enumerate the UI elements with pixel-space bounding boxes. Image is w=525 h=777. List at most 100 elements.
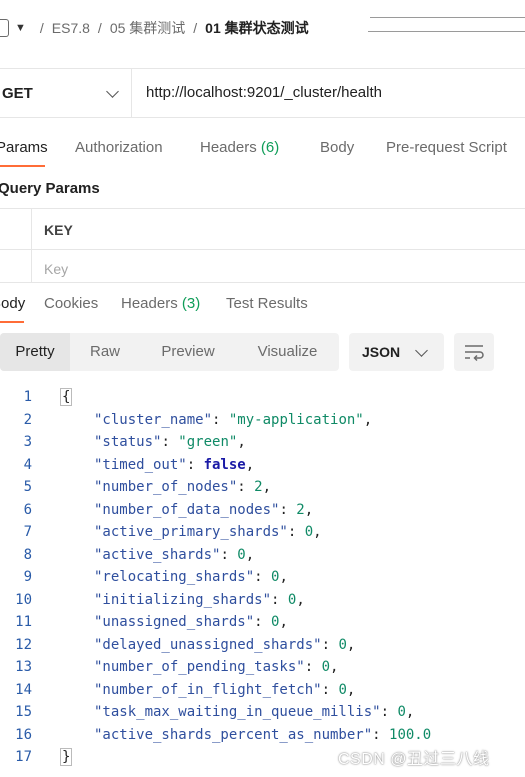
line-number: 17 xyxy=(15,749,32,765)
tab-count-badge: (6) xyxy=(260,139,280,156)
json-key: "cluster_name" xyxy=(94,411,213,428)
line-number: 14 xyxy=(15,681,32,698)
code-text: "timed_out": false, xyxy=(94,456,255,473)
tab-pre-request-script[interactable]: Pre-request Script xyxy=(386,139,507,156)
breadcrumb-item-request[interactable]: 01 集群状态测试 xyxy=(205,18,308,38)
json-key: "number_of_nodes" xyxy=(94,479,238,495)
breadcrumb-item-folder[interactable]: 05 集群测试 xyxy=(110,18,185,38)
tab-label: Cookies xyxy=(44,295,99,312)
checkbox-column[interactable] xyxy=(0,250,32,282)
code-text: "unassigned_shards": 0, xyxy=(94,614,288,630)
view-mode-preview[interactable]: Preview xyxy=(140,333,236,371)
breadcrumb-separator: / xyxy=(97,20,102,36)
line-number: 4 xyxy=(23,456,32,473)
tab-label: Authorization xyxy=(75,139,163,156)
code-text: { xyxy=(60,386,73,409)
code-text: "status": "green", xyxy=(94,434,246,450)
line-number: 13 xyxy=(15,659,32,675)
json-key: "initializing_shards" xyxy=(94,591,272,608)
json-value: 2 xyxy=(296,501,305,518)
line-number: 10 xyxy=(15,591,32,608)
request-tabs: Params Authorization Headers (6) Body Pr… xyxy=(0,127,525,167)
code-text: "number_of_in_flight_fetch": 0, xyxy=(94,681,356,698)
code-text: "cluster_name": "my-application", xyxy=(94,411,373,428)
tab-label: Headers xyxy=(121,295,178,312)
tab-test-results[interactable]: Test Results xyxy=(226,295,308,312)
table-row: Key xyxy=(0,250,525,282)
json-value: 0 xyxy=(304,524,314,540)
line-number: 8 xyxy=(23,546,32,563)
code-text: "delayed_unassigned_shards": 0, xyxy=(94,636,356,653)
json-brace: } xyxy=(60,748,73,766)
tab-cookies[interactable]: Cookies xyxy=(44,295,98,312)
json-value: 0 xyxy=(237,546,246,563)
json-value: 0 xyxy=(338,636,347,653)
tab-headers[interactable]: Headers (6) xyxy=(200,139,279,156)
tab-count-badge: (3) xyxy=(181,295,201,312)
breadcrumb-separator: / xyxy=(193,20,198,36)
view-mode-raw[interactable]: Raw xyxy=(70,333,140,371)
json-key: "unassigned_shards" xyxy=(94,614,255,630)
wrap-lines-button[interactable] xyxy=(454,333,494,371)
view-mode-visualize[interactable]: Visualize xyxy=(236,333,339,371)
tab-label: Test Results xyxy=(226,295,308,312)
tab-authorization[interactable]: Authorization xyxy=(75,139,163,156)
json-value: 2 xyxy=(254,479,263,495)
line-number: 11 xyxy=(15,614,32,630)
line-number: 9 xyxy=(23,569,32,585)
code-text: "relocating_shards": 0, xyxy=(94,569,288,585)
key-column-header: KEY xyxy=(44,222,73,238)
code-text: "active_shards_percent_as_number": 100.0 xyxy=(94,726,432,743)
line-number: 3 xyxy=(23,434,32,450)
json-key: "delayed_unassigned_shards" xyxy=(94,636,322,653)
code-text: "active_primary_shards": 0, xyxy=(94,524,322,540)
line-number: 15 xyxy=(15,704,32,720)
response-tabs: Body Cookies Headers (3) Test Results xyxy=(0,282,525,323)
line-number: 12 xyxy=(15,636,32,653)
code-text: "number_of_nodes": 2, xyxy=(94,479,272,495)
line-number: 2 xyxy=(23,411,32,428)
json-value: "green" xyxy=(178,434,238,450)
tab-label: Headers xyxy=(200,139,257,156)
method-select[interactable]: GET xyxy=(0,69,132,117)
json-key: "active_primary_shards" xyxy=(94,524,288,540)
json-key: "timed_out" xyxy=(94,456,187,473)
key-input[interactable]: Key xyxy=(44,261,68,277)
query-params-table: KEY Key xyxy=(0,208,525,282)
json-value: false xyxy=(203,456,246,473)
line-number: 16 xyxy=(15,726,32,743)
method-label: GET xyxy=(2,84,33,102)
breadcrumb: ▼ / ES7.8 / 05 集群测试 / 01 集群状态测试 xyxy=(0,14,309,42)
tab-body[interactable]: Body xyxy=(320,139,354,156)
json-key: "relocating_shards" xyxy=(94,569,255,585)
code-text: } xyxy=(60,746,73,769)
line-number: 6 xyxy=(23,501,32,518)
json-key: "task_max_waiting_in_queue_millis" xyxy=(94,704,381,720)
url-input[interactable]: http://localhost:9201/_cluster/health xyxy=(146,84,382,101)
breadcrumb-item-collection[interactable]: ES7.8 xyxy=(52,20,90,36)
table-header-row: KEY xyxy=(0,209,525,250)
code-text: "task_max_waiting_in_queue_millis": 0, xyxy=(94,704,415,720)
active-tab-indicator xyxy=(0,165,45,167)
json-value: 0 xyxy=(338,681,347,698)
view-mode-selector: Pretty Raw Preview Visualize xyxy=(0,333,339,371)
code-text: "number_of_pending_tasks": 0, xyxy=(94,659,339,675)
tab-params[interactable]: Params xyxy=(0,139,48,156)
json-key: "number_of_pending_tasks" xyxy=(94,659,305,675)
tab-response-body[interactable]: Body xyxy=(0,295,25,312)
tab-label: Pre-request Script xyxy=(386,139,507,156)
line-number: 5 xyxy=(23,479,32,495)
code-text: "active_shards": 0, xyxy=(94,546,255,563)
line-number: 1 xyxy=(23,389,32,405)
tab-response-headers[interactable]: Headers (3) xyxy=(121,295,200,312)
format-select[interactable]: JSON xyxy=(349,333,444,371)
view-mode-pretty[interactable]: Pretty xyxy=(0,333,70,371)
active-tab-indicator xyxy=(0,321,24,323)
json-key: "active_shards_percent_as_number" xyxy=(94,726,373,743)
code-text: "initializing_shards": 0, xyxy=(94,591,305,608)
code-text: "number_of_data_nodes": 2, xyxy=(94,501,314,518)
divider xyxy=(368,31,525,32)
caret-down-icon[interactable]: ▼ xyxy=(15,22,26,34)
json-value: 0 xyxy=(321,659,331,675)
tab-label: Params xyxy=(0,139,48,156)
